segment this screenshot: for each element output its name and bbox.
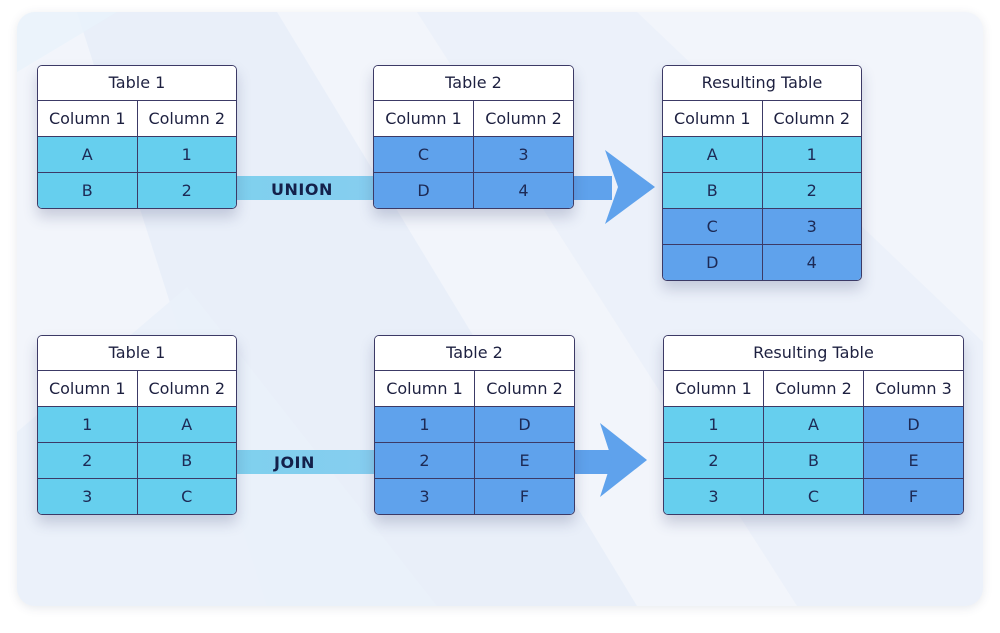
table-cell: 3 — [474, 137, 573, 172]
join-arrow-icon — [600, 423, 647, 497]
table-cell: 3 — [664, 479, 764, 514]
table-cell: 2 — [375, 443, 475, 478]
union-resulting-table: Resulting Table Column 1 Column 2A1B2C3D4 — [662, 65, 862, 281]
column-header: Column 2 — [762, 101, 861, 136]
table-row: D4 — [374, 173, 573, 208]
table-cell: A — [764, 407, 864, 442]
table-title: Table 1 — [38, 66, 236, 101]
table-row: A1 — [38, 137, 236, 173]
table-row: C3 — [374, 137, 573, 173]
column-header: Column 1 — [38, 371, 138, 406]
table-cell: B — [764, 443, 864, 478]
column-header: Column 1 — [663, 101, 763, 136]
table-row: 3F — [375, 479, 574, 514]
table-cell: C — [137, 479, 236, 514]
table-cell: 4 — [474, 173, 573, 208]
table-cell: 1 — [137, 137, 236, 172]
table-title: Table 2 — [375, 336, 574, 371]
table-cell: 2 — [137, 173, 236, 208]
table-cell: 1 — [762, 137, 861, 172]
union-arrow-icon — [605, 150, 655, 224]
table-cell: C — [764, 479, 864, 514]
table-row: 2B — [38, 443, 236, 479]
column-header: Column 2 — [137, 371, 236, 406]
table-row: 1D — [375, 407, 574, 443]
table-cell: 2 — [38, 443, 138, 478]
table-row: A1 — [663, 137, 861, 173]
table-row: 3CF — [664, 479, 963, 514]
column-header: Column 2 — [474, 101, 573, 136]
table-cell: 1 — [38, 407, 138, 442]
column-header: Column 1 — [38, 101, 138, 136]
union-table-1: Table 1 Column 1 Column 2A1B2 — [37, 65, 237, 209]
column-header: Column 1 — [375, 371, 475, 406]
table-header-row: Column 1 Column 2 — [38, 101, 236, 137]
table-cell: 2 — [664, 443, 764, 478]
table-header-row: Column 1 Column 2 — [663, 101, 861, 137]
union-label: UNION — [271, 180, 333, 199]
table-cell: F — [864, 479, 963, 514]
table-cell: A — [663, 137, 763, 172]
table-header-row: Column 1 Column 2 Column 3 — [664, 371, 963, 407]
table-cell: 2 — [762, 173, 861, 208]
column-header: Column 2 — [764, 371, 864, 406]
column-header: Column 1 — [664, 371, 764, 406]
join-resulting-table: Resulting Table Column 1 Column 2 Column 31… — [663, 335, 964, 515]
table-cell: 1 — [664, 407, 764, 442]
table-header-row: Column 1 Column 2 — [374, 101, 573, 137]
table-cell: C — [374, 137, 474, 172]
table-cell: E — [864, 443, 963, 478]
table-cell: A — [38, 137, 138, 172]
column-header: Column 3 — [864, 371, 963, 406]
table-cell: 3 — [375, 479, 475, 514]
table-row: C3 — [663, 209, 861, 245]
table-cell: A — [137, 407, 236, 442]
column-header: Column 2 — [137, 101, 236, 136]
table-cell: D — [663, 245, 763, 280]
table-title: Table 1 — [38, 336, 236, 371]
table-cell: B — [137, 443, 236, 478]
table-row: B2 — [663, 173, 861, 209]
column-header: Column 1 — [374, 101, 474, 136]
table-cell: D — [864, 407, 963, 442]
join-label: JOIN — [274, 453, 315, 472]
table-cell: 3 — [762, 209, 861, 244]
union-table-2: Table 2 Column 1 Column 2C3D4 — [373, 65, 574, 209]
column-header: Column 2 — [475, 371, 574, 406]
table-cell: 4 — [762, 245, 861, 280]
table-cell: C — [663, 209, 763, 244]
table-cell: E — [475, 443, 574, 478]
table-cell: D — [475, 407, 574, 442]
table-row: B2 — [38, 173, 236, 208]
table-header-row: Column 1 Column 2 — [38, 371, 236, 407]
join-table-2: Table 2 Column 1 Column 21D2E3F — [374, 335, 575, 515]
table-title: Resulting Table — [663, 66, 861, 101]
table-cell: 3 — [38, 479, 138, 514]
table-row: 1AD — [664, 407, 963, 443]
table-row: 1A — [38, 407, 236, 443]
table-title: Table 2 — [374, 66, 573, 101]
table-header-row: Column 1 Column 2 — [375, 371, 574, 407]
table-cell: 1 — [375, 407, 475, 442]
table-cell: B — [663, 173, 763, 208]
join-table-1: Table 1 Column 1 Column 21A2B3C — [37, 335, 237, 515]
table-title: Resulting Table — [664, 336, 963, 371]
table-row: 3C — [38, 479, 236, 514]
table-row: D4 — [663, 245, 861, 280]
table-row: 2BE — [664, 443, 963, 479]
table-row: 2E — [375, 443, 574, 479]
table-cell: B — [38, 173, 138, 208]
table-cell: F — [475, 479, 574, 514]
table-cell: D — [374, 173, 474, 208]
